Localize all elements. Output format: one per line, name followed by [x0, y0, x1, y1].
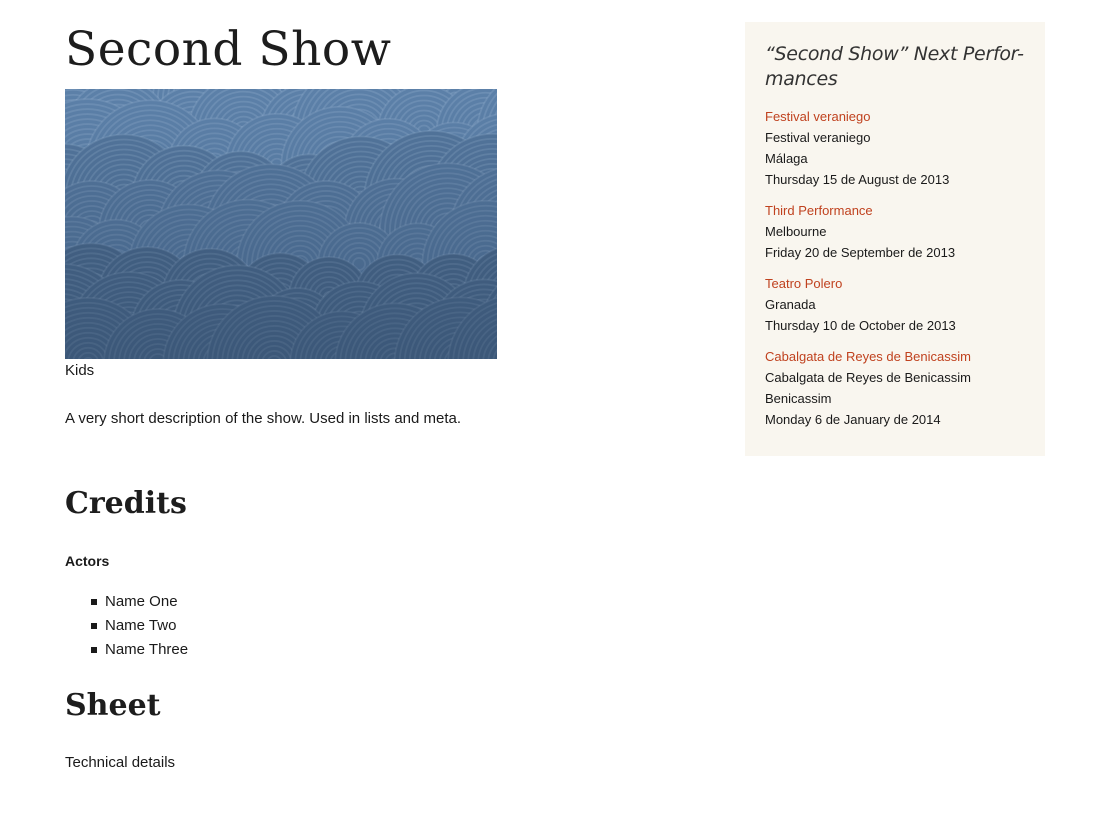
actor-name: Name One	[105, 593, 178, 610]
performance-link[interactable]: Third Performance	[765, 203, 873, 218]
performance-city: Melbourne	[765, 224, 827, 239]
actor-name: Name Two	[105, 617, 177, 634]
sheet-heading: Sheet	[65, 688, 161, 723]
performance-date: Monday 6 de January de 2014	[765, 412, 941, 427]
actor-name: Name Three	[105, 641, 189, 658]
list-item: Name Three	[65, 638, 188, 662]
show-image	[65, 89, 497, 359]
next-performances-sidebar: “Second Show” Next Perfor-mances Festiva…	[745, 22, 1045, 456]
performance-venue: Festival veraniego	[765, 130, 871, 145]
performance-city: Málaga	[765, 151, 808, 166]
performance-item: Festival veraniego Festival veraniego Má…	[765, 106, 1025, 190]
sidebar-title-line1: “Second Show” Next Perfor-	[765, 43, 1024, 65]
show-category: Kids	[65, 362, 95, 379]
bullet-icon	[91, 623, 97, 629]
performance-item: Teatro Polero Granada Thursday 10 de Oct…	[765, 273, 1025, 336]
performance-link[interactable]: Cabalgata de Reyes de Benicassim	[765, 349, 971, 364]
actors-list: Name One Name Two Name Three	[65, 590, 188, 662]
technical-details: Technical details	[65, 754, 176, 771]
bullet-icon	[91, 647, 97, 653]
performance-date: Thursday 15 de August de 2013	[765, 172, 950, 187]
show-description: A very short description of the show. Us…	[65, 410, 462, 427]
sidebar-title-line2: mances	[765, 68, 838, 90]
performance-venue: Cabalgata de Reyes de Benicassim	[765, 370, 971, 385]
list-item: Name Two	[65, 614, 188, 638]
performance-city: Benicassim	[765, 391, 832, 406]
performance-item: Cabalgata de Reyes de Benicassim Cabalga…	[765, 346, 1025, 430]
credits-heading: Credits	[65, 486, 187, 521]
performance-date: Friday 20 de September de 2013	[765, 245, 956, 260]
performance-item: Third Performance Melbourne Friday 20 de…	[765, 200, 1025, 263]
image-overlay	[65, 89, 497, 359]
performance-date: Thursday 10 de October de 2013	[765, 318, 956, 333]
list-item: Name One	[65, 590, 188, 614]
page-title: Second Show	[65, 22, 392, 77]
actors-label: Actors	[65, 553, 110, 569]
bullet-icon	[91, 599, 97, 605]
sidebar-title: “Second Show” Next Perfor-mances	[765, 42, 1025, 92]
performance-link[interactable]: Teatro Polero	[765, 276, 842, 291]
performance-link[interactable]: Festival veraniego	[765, 109, 871, 124]
performance-city: Granada	[765, 297, 816, 312]
